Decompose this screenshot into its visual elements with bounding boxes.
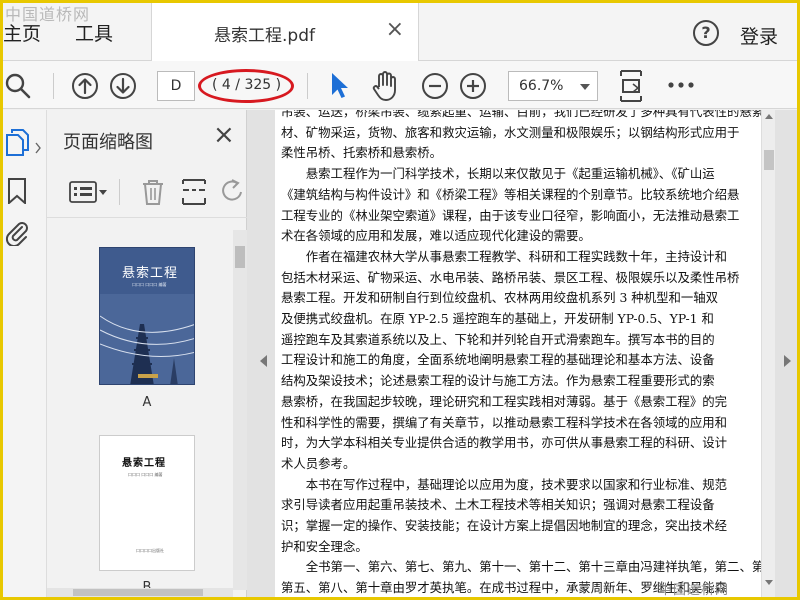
panel-title: 页面缩略图 — [63, 132, 153, 153]
document-scrollbar[interactable] — [761, 110, 775, 597]
text-line: 本书在写作过程中，基础理论以应用为度，技术要求以国家和行业标准、规范 — [281, 476, 728, 492]
text-line: 包括木材采运、矿物采运、水电吊装、路桥吊装、景区工程、极限娱乐以及柔性吊桥 — [281, 269, 740, 285]
text-line: 悬索桥，在我国起步较晚，理论研究和工程实践相对薄弱。基于《悬索工程》的完 — [281, 393, 728, 409]
top-bar: 中国道桥网 主页 工具 悬索工程.pdf × ? 登录 — [3, 3, 797, 61]
pdf-page: 吊装、运送，桥梁吊装、缆索起重、运输、目前，我们已经研发了多种具有代表性的悬索 … — [275, 110, 763, 597]
document-view: 吊装、运送，桥梁吊装、缆索起重、运输、目前，我们已经研发了多种具有代表性的悬索 … — [247, 110, 797, 597]
menu-tools[interactable]: 工具 — [75, 19, 113, 46]
attachment-icon[interactable] — [5, 218, 29, 246]
scrollbar-thumb[interactable] — [235, 246, 245, 268]
toolbar-separator — [119, 179, 120, 205]
text-line: 全书第一、第六、第七、第九、第十一、第十二、第十三章由冯建祥执笔，第二、第 — [281, 559, 763, 575]
thumbnail-panel: 页面缩略图 × 悬索工程 口口口 口口口 编著 A 悬索工程 口口口 口口口 编… — [47, 110, 247, 597]
title-page-authors: 口口口 口口口 编著 — [128, 472, 163, 477]
text-line: 吊装、运送，桥梁吊装、缆索起重、运输、目前，我们已经研发了多种具有代表性的悬索 — [281, 110, 763, 119]
tab-close-icon[interactable]: × — [386, 17, 404, 42]
highlight-oval — [198, 69, 294, 103]
collapse-left-icon[interactable] — [260, 355, 267, 367]
bottom-watermark: 中国道桥网 — [659, 583, 730, 597]
rotate-page-icon[interactable] — [221, 178, 245, 204]
hand-tool-icon[interactable] — [370, 70, 400, 102]
select-cursor-icon[interactable] — [328, 71, 350, 101]
thumbnail-page-a[interactable]: 悬索工程 口口口 口口口 编著 — [99, 247, 195, 385]
text-line: 时，为大学本科相关专业提供合适的教学用书，亦可供从事悬索工程的科研、设计 — [281, 435, 728, 451]
scroll-up-icon[interactable] — [765, 114, 773, 119]
delete-page-icon[interactable] — [141, 178, 165, 206]
cover-subtitle: 口口口 口口口 编著 — [132, 282, 167, 287]
title-page-publisher: 口口口口出版社 — [136, 548, 164, 553]
app-window: 中国道桥网 主页 工具 悬索工程.pdf × ? 登录 D ( 4 / 325 … — [3, 3, 797, 597]
chevron-down-icon — [580, 84, 590, 90]
thumbnail-hscrollbar[interactable] — [47, 588, 233, 597]
text-line: 材、矿物采运，货物、旅客和救灾运输，水文测量和极限娱乐；以钢结构形式应用于 — [281, 124, 740, 140]
text-line: 遥控跑车及其索道系统以及上、下轮和并列轮自开式滑索跑车。撰写本书的目的 — [281, 331, 715, 347]
zoom-in-icon[interactable] — [459, 72, 487, 100]
page-number-input[interactable]: D — [157, 71, 195, 101]
next-page-icon[interactable] — [109, 72, 137, 100]
text-line: 术人员参考。 — [281, 455, 356, 471]
more-options-icon[interactable] — [667, 81, 695, 89]
toolbar-separator — [53, 73, 54, 99]
zoom-select[interactable]: 66.7% — [508, 71, 598, 101]
chevron-right-icon[interactable] — [35, 142, 41, 154]
text-line: 性和科学性的需要，撰编了有关章节，以推动悬索工程科学技术在各领域的应用和 — [281, 414, 728, 430]
login-button[interactable]: 登录 — [740, 22, 778, 49]
page-thumbnails-icon[interactable] — [5, 128, 29, 156]
search-icon[interactable] — [5, 73, 31, 99]
thumbnail-page-b[interactable]: 悬索工程 口口口 口口口 编著 口口口口出版社 — [99, 435, 195, 571]
text-line: 术在各领域的应用和发展，难以适应现代化建设的需要。 — [281, 228, 591, 244]
thumbnail-tools — [47, 166, 247, 218]
help-icon[interactable]: ? — [693, 20, 719, 46]
tab-title: 悬索工程.pdf — [214, 26, 315, 46]
text-line: 识；掌握一定的操作、安装技能；在设计方案上提倡因地制宜的理念，突出技术经 — [281, 518, 728, 534]
text-line: 《建筑结构与构件设计》和《桥梁工程》等相关课程的个别章节。比较系统地介绍悬 — [281, 186, 740, 202]
extract-page-icon[interactable] — [181, 178, 207, 206]
text-line: 及便携式绞盘机。在原 YP-2.5 遥控跑车的基础上，开发研制 YP-0.5、Y… — [281, 311, 714, 327]
scrollbar-thumb[interactable] — [764, 150, 774, 170]
title-page-title: 悬索工程 — [122, 458, 166, 469]
scrollbar-thumb[interactable] — [73, 589, 203, 596]
text-line: 结构及架设技术；论述悬索工程的设计与施工方法。作为悬索工程重要形式的索 — [281, 373, 715, 389]
cover-title: 悬索工程 — [122, 266, 179, 281]
text-line: 悬索工程。开发和研制自行到位绞盘机、农林两用绞盘机系列 3 种机型和一轴双 — [281, 290, 719, 306]
text-line: 求引导读者应用起重吊装技术、土木工程技术等相关知识；强调对悬索工程设备 — [281, 497, 715, 513]
thumbnail-scrollbar[interactable] — [233, 230, 247, 590]
text-line: 工程专业的《林业架空索道》课程，由于该专业口径窄，影响面小，无法推动悬索工 — [281, 207, 740, 223]
left-icon-rail — [3, 110, 47, 597]
cover-illustration — [100, 294, 194, 384]
scroll-down-icon[interactable] — [765, 580, 773, 585]
collapse-right-icon[interactable] — [784, 355, 791, 367]
bookmark-icon[interactable] — [7, 178, 27, 204]
zoom-value: 66.7% — [519, 78, 564, 94]
toolbar: D ( 4 / 325 ) 66.7% — [3, 61, 797, 109]
panel-close-icon[interactable]: × — [213, 120, 235, 150]
document-tab[interactable]: 悬索工程.pdf × — [151, 3, 419, 61]
toolbar-separator — [307, 73, 308, 99]
text-line: 护和安全理念。 — [281, 538, 368, 554]
page-text: 吊装、运送，桥梁吊装、缆索起重、运输、目前，我们已经研发了多种具有代表性的悬索 … — [281, 110, 763, 597]
text-line: 悬索工程作为一门科学技术，长期以来仅散见于《起重运输机械》、《矿山运 — [281, 166, 715, 182]
fit-page-icon[interactable] — [618, 69, 644, 103]
thumbnail-label: A — [142, 395, 152, 410]
zoom-out-icon[interactable] — [421, 72, 449, 100]
menu-home[interactable]: 主页 — [3, 19, 41, 46]
previous-page-icon[interactable] — [71, 72, 99, 100]
text-line: 工程设计和施工的角度，全面系统地阐明悬索工程的基础理论和基本方法、设备 — [281, 352, 715, 368]
text-line: 柔性吊桥、托索桥和悬索桥。 — [281, 145, 443, 161]
thumbnail-options-icon[interactable] — [69, 180, 107, 204]
text-line: 作者在福建农林大学从事悬索工程教学、科研和工程实践数十年，主持设计和 — [281, 248, 728, 264]
